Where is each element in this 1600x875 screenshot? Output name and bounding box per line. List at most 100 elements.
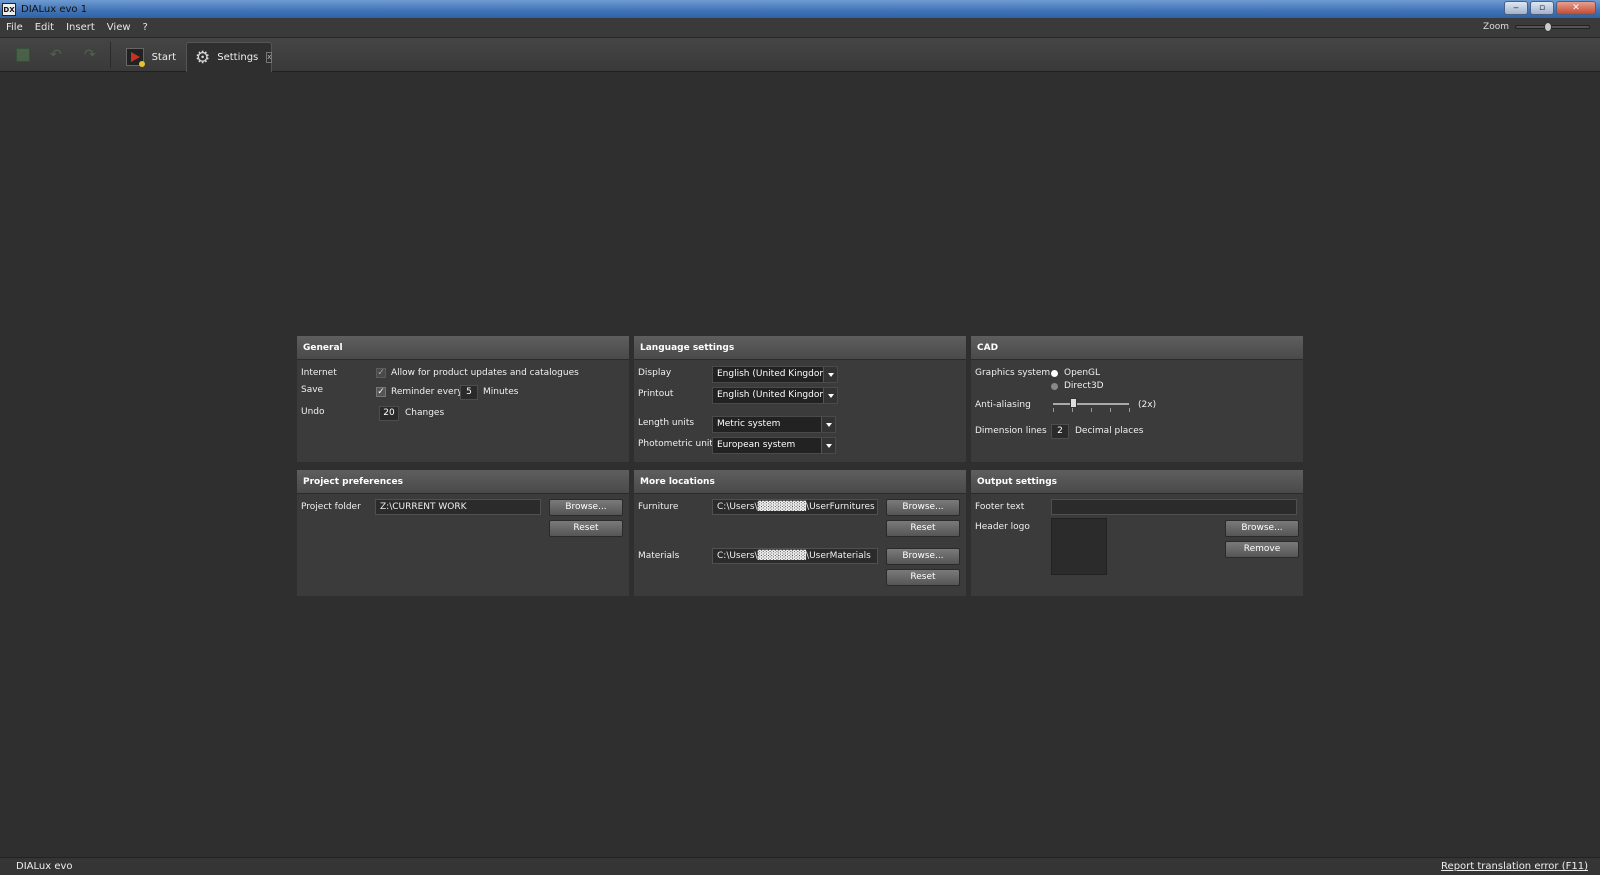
status-bar: DIALux evo Report translation error (F11… [0, 857, 1600, 875]
dimension-lines-label: Dimension lines [975, 426, 1047, 436]
tab-close-icon[interactable]: x [266, 52, 273, 63]
menu-file[interactable]: File [0, 22, 29, 33]
undo-icon[interactable]: ↶ [50, 48, 64, 62]
length-units-value: Metric system [717, 419, 781, 429]
length-units-select[interactable]: Metric system [712, 416, 836, 433]
changes-label: Changes [405, 408, 445, 418]
zoom-label: Zoom [1483, 22, 1509, 32]
language-title: Language settings [634, 336, 966, 360]
close-button[interactable]: ✕ [1556, 1, 1596, 15]
output-settings-panel: Output settings Footer text Header logo … [971, 470, 1303, 596]
internet-label: Internet [301, 368, 337, 378]
reminder-minutes-input[interactable]: 5 [460, 385, 478, 400]
updates-checkbox-label: Allow for product updates and catalogues [391, 368, 579, 378]
gear-icon: ⚙ [195, 47, 211, 68]
length-units-label: Length units [638, 418, 695, 428]
decimal-places-input[interactable]: 2 [1051, 424, 1069, 439]
slider-tick [1129, 408, 1130, 412]
zoom-slider[interactable] [1515, 22, 1590, 32]
chevron-down-icon [821, 417, 835, 432]
menu-help[interactable]: ? [137, 22, 154, 33]
updates-checkbox[interactable]: ✓ [376, 368, 386, 378]
project-reset-button[interactable]: Reset [549, 520, 623, 537]
project-folder-field[interactable]: Z:\CURRENT WORK [375, 499, 541, 515]
zoom-slider-thumb[interactable] [1544, 22, 1552, 32]
reminder-checkbox[interactable]: ✓ [376, 387, 386, 397]
app-icon: DX [2, 2, 16, 16]
reminder-label: Reminder every [391, 387, 463, 397]
toolbar: ↶ ↷ Start ⚙ Settings x [0, 38, 1600, 72]
direct3d-label: Direct3D [1064, 381, 1104, 391]
project-preferences-title: Project preferences [297, 470, 629, 494]
menu-bar: File Edit Insert View ? Zoom [0, 18, 1600, 38]
save-label: Save [301, 385, 324, 395]
photometric-units-select[interactable]: European system [712, 437, 836, 454]
more-locations-title: More locations [634, 470, 966, 494]
menu-edit[interactable]: Edit [29, 22, 60, 33]
status-app-name: DIALux evo [16, 861, 73, 872]
slider-tick [1110, 408, 1111, 412]
slider-tick [1053, 408, 1054, 412]
window-title: DIALux evo 1 [21, 3, 88, 15]
project-browse-button[interactable]: Browse... [549, 499, 623, 516]
maximize-button[interactable]: ▫ [1530, 1, 1554, 15]
decimal-places-label: Decimal places [1075, 426, 1144, 436]
header-logo-preview [1051, 518, 1107, 575]
printout-language-label: Printout [638, 389, 674, 399]
general-panel: General Internet ✓ Allow for product upd… [297, 336, 629, 462]
project-preferences-panel: Project preferences Project folder Z:\CU… [297, 470, 629, 596]
tab-settings-label: Settings [217, 52, 259, 63]
furniture-label: Furniture [638, 502, 679, 512]
display-language-label: Display [638, 368, 672, 378]
menu-view[interactable]: View [101, 22, 137, 33]
window-controls: ‒ ▫ ✕ [1504, 1, 1596, 15]
redo-icon[interactable]: ↷ [84, 48, 98, 62]
cad-panel: CAD Graphics system OpenGL Direct3D Anti… [971, 336, 1303, 462]
opengl-radio[interactable] [1051, 370, 1058, 377]
output-settings-title: Output settings [971, 470, 1303, 494]
logo-browse-button[interactable]: Browse... [1225, 520, 1299, 537]
materials-browse-button[interactable]: Browse... [886, 548, 960, 565]
display-language-value: English (United Kingdom) [717, 369, 832, 379]
photometric-units-label: Photometric units [638, 439, 718, 449]
footer-text-field[interactable] [1051, 499, 1297, 515]
minimize-button[interactable]: ‒ [1504, 1, 1528, 15]
footer-text-label: Footer text [975, 502, 1025, 512]
more-locations-panel: More locations Furniture C:\Users\▓▓▓▓▓▓… [634, 470, 966, 596]
undo-label: Undo [301, 407, 325, 417]
materials-path-field[interactable]: C:\Users\▓▓▓▓▓▓▓\UserMaterials [712, 548, 878, 564]
logo-remove-button[interactable]: Remove [1225, 541, 1299, 558]
printout-language-value: English (United Kingdom) [717, 390, 832, 400]
header-logo-label: Header logo [975, 522, 1030, 532]
tab-settings[interactable]: ⚙ Settings x [186, 42, 273, 72]
project-folder-label: Project folder [301, 502, 361, 512]
furniture-browse-button[interactable]: Browse... [886, 499, 960, 516]
furniture-reset-button[interactable]: Reset [886, 520, 960, 537]
general-title: General [297, 336, 629, 360]
anti-aliasing-value: (2x) [1138, 400, 1157, 410]
save-icon[interactable] [16, 48, 30, 62]
start-icon [126, 48, 145, 67]
menu-insert[interactable]: Insert [60, 22, 101, 33]
direct3d-radio[interactable] [1051, 383, 1058, 390]
furniture-path-field[interactable]: C:\Users\▓▓▓▓▓▓▓\UserFurnitures [712, 499, 878, 515]
chevron-down-icon [821, 438, 835, 453]
printout-language-select[interactable]: English (United Kingdom) [712, 387, 838, 404]
anti-aliasing-slider-thumb[interactable] [1070, 398, 1077, 408]
opengl-label: OpenGL [1064, 368, 1101, 378]
chevron-down-icon [823, 388, 837, 403]
toolbar-separator [110, 42, 111, 68]
language-panel: Language settings Display English (Unite… [634, 336, 966, 462]
title-bar: DX DIALux evo 1 ‒ ▫ ✕ [0, 0, 1600, 18]
cad-title: CAD [971, 336, 1303, 360]
undo-steps-input[interactable]: 20 [379, 406, 399, 421]
display-language-select[interactable]: English (United Kingdom) [712, 366, 838, 383]
materials-reset-button[interactable]: Reset [886, 569, 960, 586]
tab-start[interactable]: Start [118, 42, 184, 72]
report-translation-error-link[interactable]: Report translation error (F11) [1441, 861, 1588, 872]
graphics-system-label: Graphics system [975, 368, 1051, 378]
chevron-down-icon [823, 367, 837, 382]
materials-label: Materials [638, 551, 680, 561]
anti-aliasing-slider[interactable] [1053, 403, 1129, 405]
slider-tick [1091, 408, 1092, 412]
